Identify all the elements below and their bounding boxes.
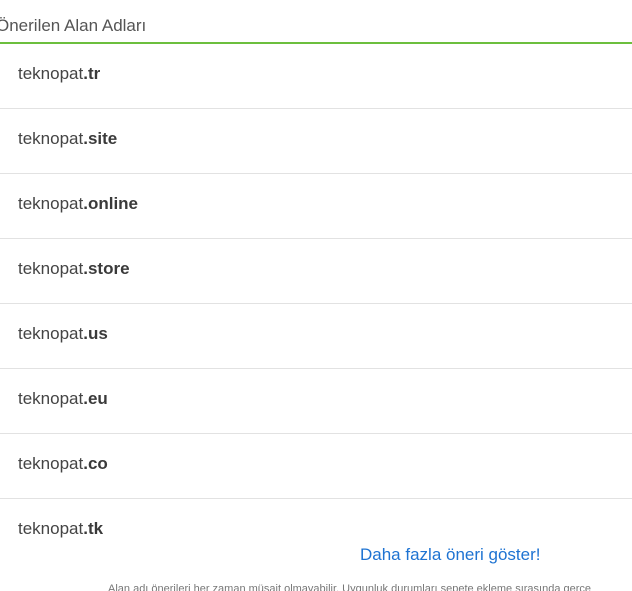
- domain-suggestion: teknopat.co: [18, 454, 108, 474]
- domain-tld: .store: [83, 259, 130, 278]
- domain-tld: .eu: [83, 389, 108, 408]
- domain-suggestion: teknopat.us: [18, 324, 108, 344]
- section-title: Önerilen Alan Adları: [0, 16, 147, 35]
- domain-name: teknopat: [18, 389, 84, 408]
- domain-suggestion-row[interactable]: teknopat.us: [0, 304, 632, 369]
- domain-suggestion-row[interactable]: teknopat.store: [0, 239, 632, 304]
- domain-suggestion-row[interactable]: teknopat.eu: [0, 369, 632, 434]
- domain-suggestion: teknopat.tr: [18, 64, 100, 84]
- domain-suggestion: teknopat.tk: [18, 519, 103, 539]
- domain-tld: .us: [83, 324, 108, 343]
- domain-suggestion-row[interactable]: teknopat.co: [0, 434, 632, 499]
- availability-disclaimer: Alan adı önerileri her zaman müsait olma…: [108, 583, 592, 591]
- domain-tld: .tk: [83, 519, 104, 538]
- domain-suggestion: teknopat.eu: [18, 389, 108, 409]
- domain-tld: .tr: [83, 64, 101, 83]
- domain-suggestion-list: teknopat.tr teknopat.site teknopat.onlin…: [0, 44, 632, 564]
- domain-tld: .site: [83, 129, 118, 148]
- domain-suggestion: teknopat.site: [18, 129, 117, 149]
- domain-name: teknopat: [18, 129, 84, 148]
- domain-suggestion: teknopat.store: [18, 259, 130, 279]
- domain-suggestion-row[interactable]: teknopat.site: [0, 109, 632, 174]
- domain-name: teknopat: [18, 259, 84, 278]
- show-more-suggestions-link[interactable]: Daha fazla öneri göster!: [360, 545, 541, 565]
- domain-name: teknopat: [18, 454, 84, 473]
- domain-tld: .online: [83, 194, 139, 213]
- domain-name: teknopat: [18, 194, 84, 213]
- domain-suggestion-row[interactable]: teknopat.tr: [0, 44, 632, 109]
- suggested-domains-panel: Önerilen Alan Adları teknopat.tr teknopa…: [0, 0, 632, 591]
- domain-name: teknopat: [18, 519, 84, 538]
- domain-suggestion: teknopat.online: [18, 194, 138, 214]
- domain-suggestion-row[interactable]: teknopat.online: [0, 174, 632, 239]
- domain-tld: .co: [83, 454, 108, 473]
- domain-name: teknopat: [18, 324, 84, 343]
- domain-name: teknopat: [18, 64, 84, 83]
